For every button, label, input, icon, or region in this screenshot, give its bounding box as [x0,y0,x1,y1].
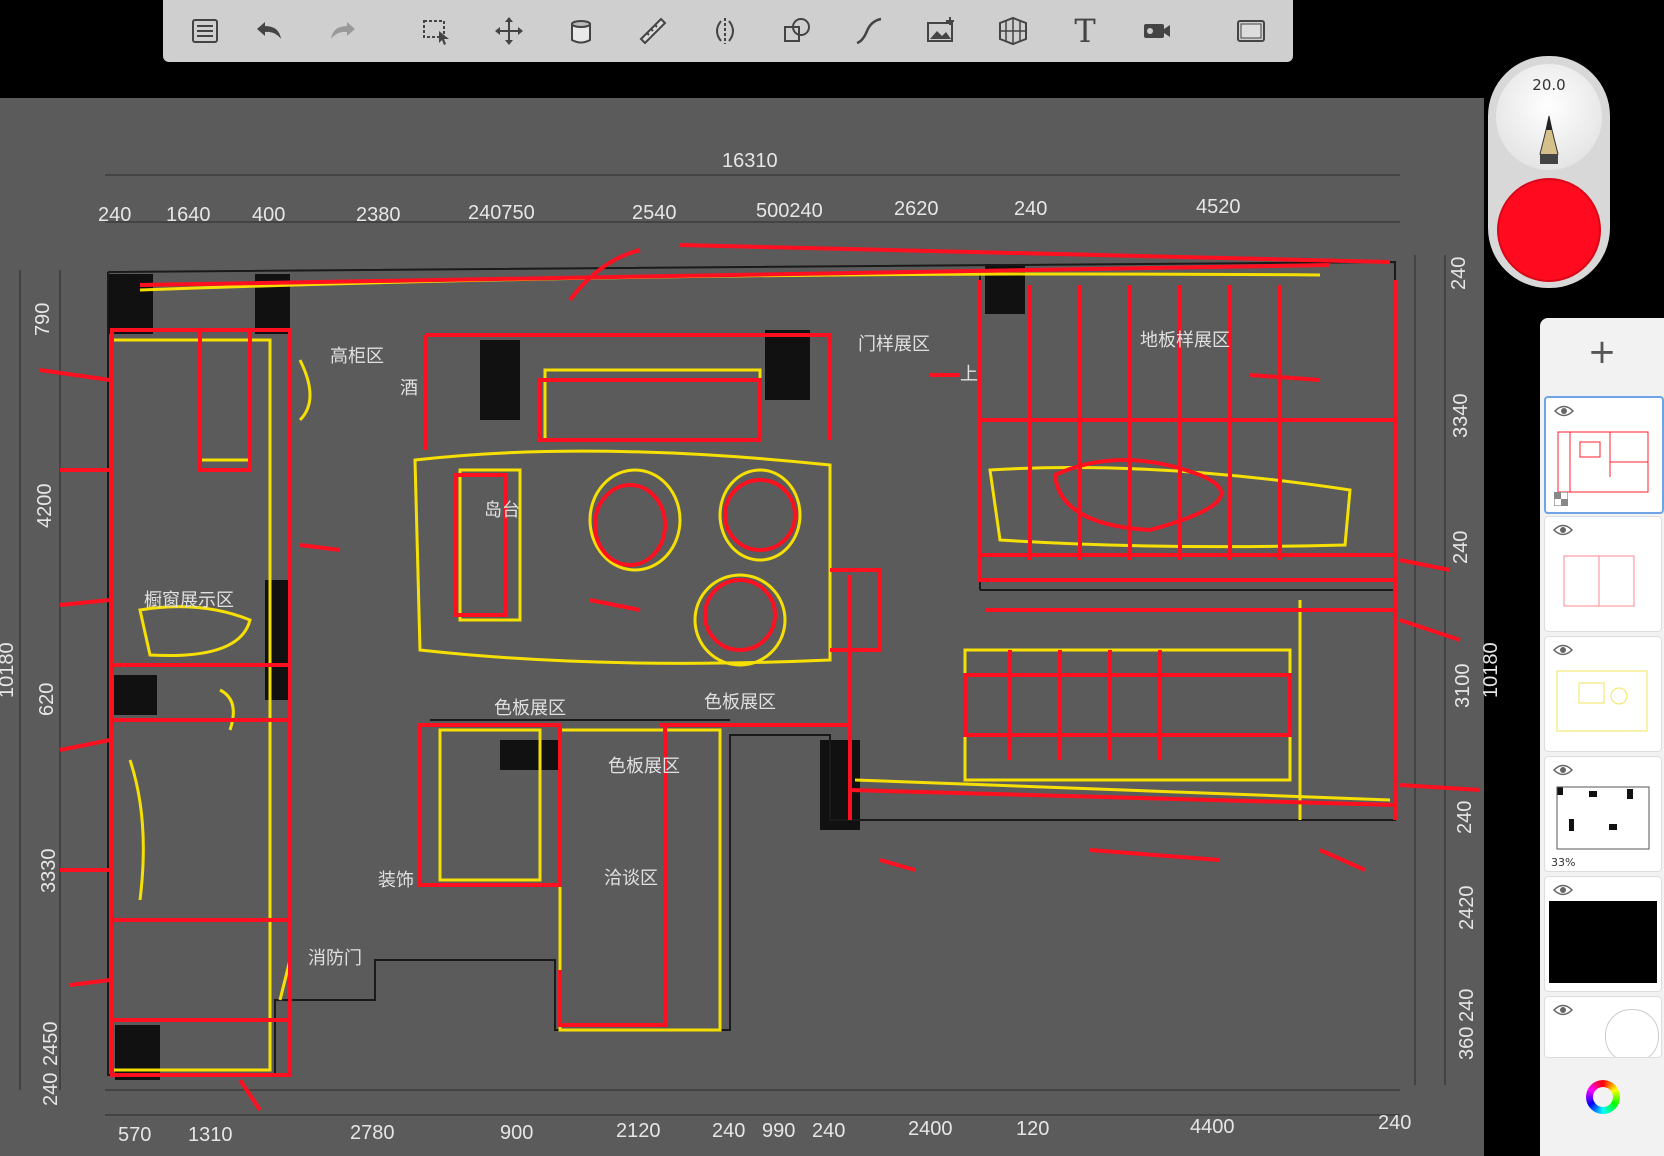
dim-top: 4520 [1196,196,1241,218]
text-icon[interactable]: T [1065,12,1105,50]
brush-color-puck[interactable] [1497,178,1601,282]
dim-right: 3100 [1452,663,1474,709]
dim-right: 10180 [1480,642,1502,698]
dim-bottom: 570 [118,1124,152,1146]
background-layer[interactable] [1544,996,1662,1058]
room-label: 岛台 [484,500,520,521]
layers-list-icon[interactable] [185,12,225,50]
room-label: 消防门 [308,948,362,969]
dim-left: 240 [40,1072,62,1106]
room-label: 地板样展区 [1140,330,1230,351]
layer-thumbnail[interactable] [1544,636,1662,752]
eye-icon[interactable] [1554,404,1574,418]
dim-bottom: 4400 [1190,1116,1235,1138]
brush-size-puck[interactable]: 20.0 [1496,64,1602,170]
dim-left: 2450 [40,1021,62,1067]
pen-tip-icon [1539,115,1559,164]
room-label: 色板展区 [608,756,680,777]
dim-right: 2420 [1456,885,1478,931]
dim-right: 360 [1456,1026,1478,1060]
layer-opacity-label: 33% [1551,856,1576,869]
dim-bottom: 240 [1378,1112,1412,1134]
eye-icon[interactable] [1553,763,1573,777]
eye-icon[interactable] [1553,883,1573,897]
color-wheel-icon[interactable] [1586,1080,1620,1114]
dim-bottom: 120 [1016,1118,1050,1140]
brush-size-value: 20.0 [1532,76,1566,94]
room-label: 橱窗展示区 [144,590,234,611]
video-icon[interactable] [1137,12,1177,50]
dim-top: 2380 [356,204,401,226]
dim-top: 240 [98,204,132,226]
eye-icon[interactable] [1553,1003,1573,1017]
drawing-canvas[interactable]: 16310 240 1640 400 2380 240750 2540 5002… [0,98,1502,1156]
dim-top: 2620 [894,198,939,220]
dim-bottom: 2780 [350,1122,395,1144]
dim-left: 4200 [34,483,56,529]
room-label: 洽谈区 [604,868,658,889]
dim-top: 500240 [756,200,823,222]
dim-right: 240 [1450,530,1472,564]
layer-thumbnail[interactable] [1544,396,1664,514]
layer-preview [1549,901,1657,983]
symmetry-icon[interactable] [705,12,745,50]
layer-thumbnail[interactable] [1544,876,1662,992]
dim-bottom: 240 [712,1120,746,1142]
dim-top-total: 16310 [722,150,778,172]
add-image-icon[interactable] [921,12,961,50]
dim-top: 240 [1014,198,1048,220]
add-layer-button[interactable]: + [1540,330,1664,374]
layer-preview [1556,670,1648,732]
fill-bucket-icon[interactable] [561,12,601,50]
selection-icon[interactable] [417,12,457,50]
dim-top: 240750 [468,202,535,224]
checker-icon [1554,492,1568,506]
room-label: 酒 [400,378,418,399]
dim-bottom: 240 [812,1120,846,1142]
dim-bottom: 1310 [188,1124,233,1146]
dim-bottom: 2120 [616,1120,661,1142]
room-label: 装饰 [378,870,414,891]
background-swatch [1605,1009,1659,1057]
transform-icon[interactable] [489,12,529,50]
fullscreen-icon[interactable] [1231,12,1271,50]
dim-left: 790 [32,302,54,336]
redo-icon[interactable] [323,12,363,50]
dim-right: 240 [1448,256,1470,290]
stroke-icon[interactable] [849,12,889,50]
room-label: 色板展区 [494,698,566,719]
layer-preview [1557,431,1649,493]
room-label: 门样展区 [858,334,930,355]
eye-icon[interactable] [1553,523,1573,537]
room-label: 上 [960,364,978,385]
dim-right: 240 [1454,800,1476,834]
floor-plan-drawing [19,174,1481,1116]
room-label: 色板展区 [704,692,776,713]
shape-icon[interactable] [777,12,817,50]
dim-top: 2540 [632,202,677,224]
dim-bottom: 900 [500,1122,534,1144]
toolbar: T [163,0,1293,62]
layers-panel: + 33% [1540,318,1664,1156]
perspective-grid-icon[interactable] [993,12,1033,50]
layer-thumbnail[interactable] [1544,516,1662,632]
dim-top: 1640 [166,204,211,226]
layer-preview [1563,555,1635,607]
undo-icon[interactable] [249,12,289,50]
dim-bottom: 990 [762,1120,796,1142]
dim-bottom: 2400 [908,1118,953,1140]
room-label: 高柜区 [330,346,384,367]
dim-left: 3330 [38,848,60,894]
brush-puck: 20.0 [1488,56,1610,288]
dim-left: 10180 [0,642,18,698]
dim-right: 3340 [1450,393,1472,439]
dim-left: 620 [36,682,58,716]
eye-icon[interactable] [1553,643,1573,657]
ruler-icon[interactable] [633,12,673,50]
text-tool-label: T [1074,12,1096,50]
dim-right: 240 [1456,988,1478,1022]
layer-thumbnail[interactable]: 33% [1544,756,1662,872]
layer-preview [1556,786,1650,850]
dim-top: 400 [252,204,286,226]
